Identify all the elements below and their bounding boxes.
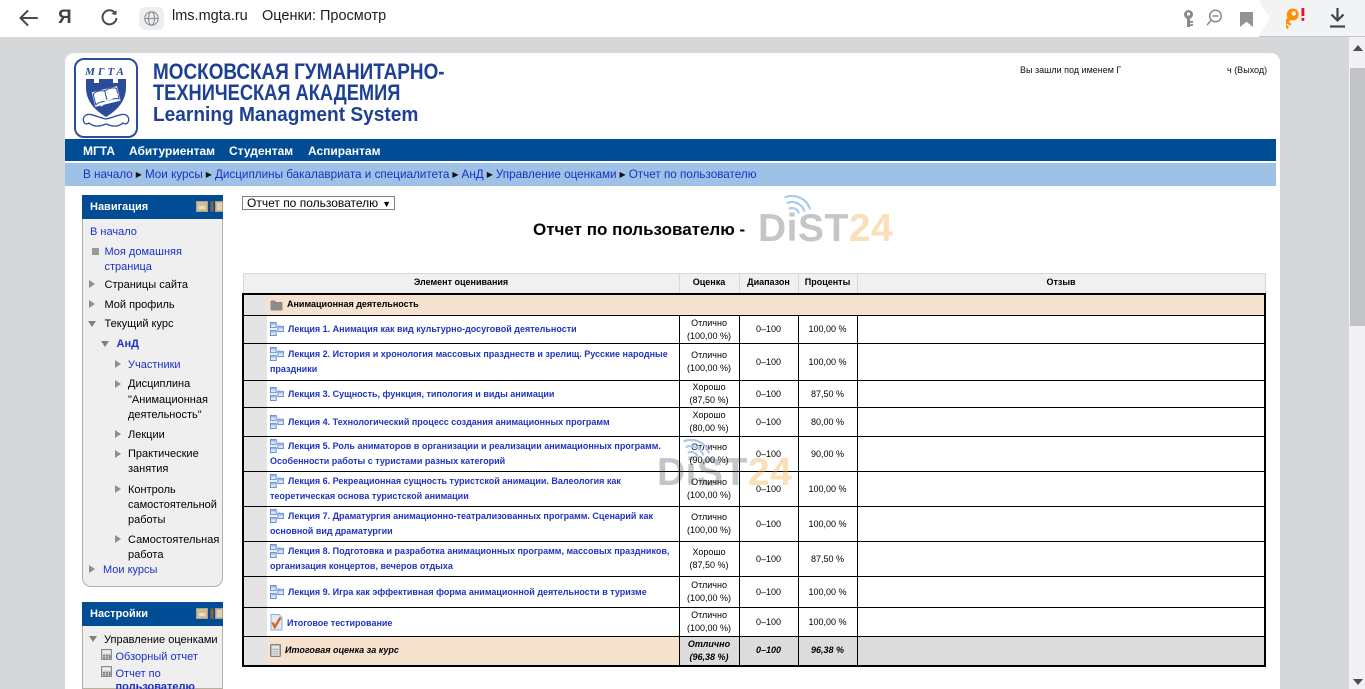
svg-text:МГТА: МГТА: [84, 66, 127, 78]
